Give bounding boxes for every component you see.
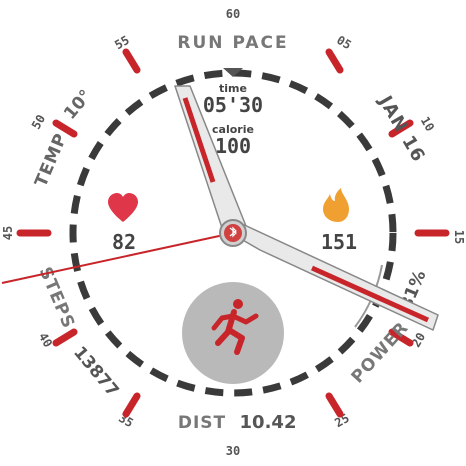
hour-marker-1 [325,48,344,74]
calories-burned-value: 151 [321,230,357,254]
steps-value: 13877 [69,343,122,401]
second-label-10: 10 [418,114,437,134]
run-pace-label: RUN PACE [177,33,288,53]
second-label-05: 05 [334,33,354,52]
second-label-60: 60 [226,7,240,21]
heart-rate-value: 82 [112,230,136,254]
dist-value: 10.42 [240,412,297,433]
second-label-30: 30 [226,444,240,458]
calories-value: 100 [215,134,251,158]
second-label-15: 15 [452,230,466,244]
flame-icon [323,188,349,222]
date-value: JAN 16 [373,91,429,166]
hour-marker-5 [325,392,344,418]
second-label-45: 45 [1,226,15,240]
second-label-55: 55 [112,33,132,52]
hour-marker-7 [122,392,141,418]
second-label-40: 40 [36,330,55,350]
dist-label: DIST [178,413,226,433]
temp-value: 10° [60,86,96,124]
heart-icon [108,193,138,222]
hour-marker-10 [52,119,78,138]
time-value: 05'30 [203,93,263,117]
watch-face: 60 05 10 15 20 25 30 35 40 45 50 55 RUN … [1,7,466,458]
hour-marker-8 [52,328,78,347]
hour-marker-11 [122,48,141,74]
temp-label: TEMP [31,130,72,190]
second-label-50: 50 [29,112,48,132]
